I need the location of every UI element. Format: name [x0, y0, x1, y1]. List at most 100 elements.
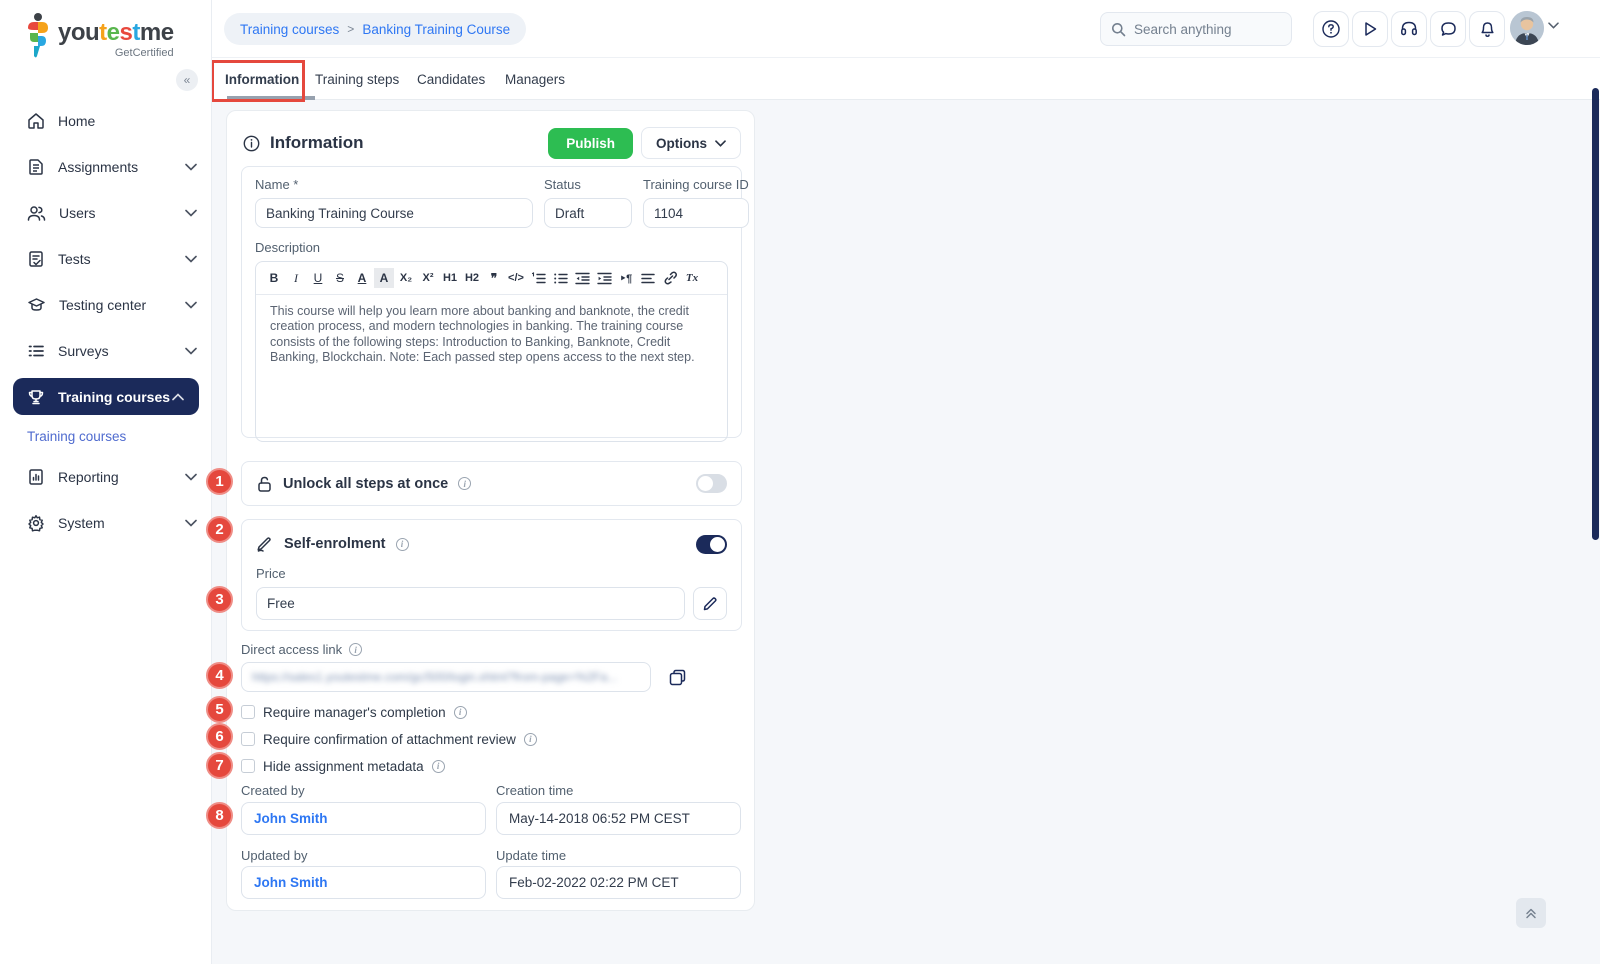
pencil-icon: [703, 596, 718, 611]
publish-button[interactable]: Publish: [548, 128, 633, 159]
link-icon[interactable]: [660, 268, 680, 288]
highlight-icon[interactable]: A: [374, 268, 394, 288]
require-managers-completion-row[interactable]: Require manager's completion i: [241, 702, 467, 722]
chevron-down-icon: [185, 163, 197, 171]
avatar-chevron-down-icon[interactable]: [1548, 22, 1559, 29]
ordered-list-icon[interactable]: [528, 268, 548, 288]
annotation-marker-8: 8: [206, 802, 233, 829]
require-attachment-review-row[interactable]: Require confirmation of attachment revie…: [241, 729, 537, 749]
training-courses-icon: [27, 388, 45, 406]
updated-by-field[interactable]: John Smith: [241, 866, 486, 899]
info-icon[interactable]: i: [458, 477, 471, 490]
direct-access-link-value: https://sales1.youtestme.com/gc/500/logi…: [252, 670, 617, 684]
require-managers-completion-checkbox[interactable]: [241, 705, 255, 719]
name-field[interactable]: Banking Training Course: [255, 198, 533, 228]
outdent-icon[interactable]: [572, 268, 592, 288]
chevron-down-icon: [185, 347, 197, 355]
system-gear-icon: [27, 514, 45, 532]
options-button[interactable]: Options: [641, 127, 741, 159]
self-enrolment-label: Self-enrolment: [284, 536, 386, 552]
info-icon[interactable]: i: [349, 643, 362, 656]
support-button[interactable]: [1391, 11, 1427, 47]
edit-price-button[interactable]: [693, 587, 727, 620]
italic-icon[interactable]: I: [286, 268, 306, 288]
notifications-bell-icon: [1478, 20, 1497, 39]
tab-training-steps[interactable]: Training steps: [315, 58, 399, 100]
sidebar-subitem-training-courses[interactable]: Training courses: [0, 419, 212, 454]
unordered-list-icon[interactable]: [550, 268, 570, 288]
sidebar-item-reporting[interactable]: Reporting: [0, 454, 212, 500]
tab-information[interactable]: Information: [225, 58, 299, 100]
breadcrumb-link-current-course[interactable]: Banking Training Course: [362, 22, 510, 37]
sidebar-item-label: System: [58, 515, 185, 531]
users-icon: [27, 204, 46, 222]
search-input[interactable]: Search anything: [1100, 12, 1292, 46]
sidebar-item-assignments[interactable]: Assignments: [0, 144, 212, 190]
tests-icon: [27, 250, 45, 268]
superscript-icon[interactable]: X²: [418, 268, 438, 288]
align-icon[interactable]: [638, 268, 658, 288]
code-icon[interactable]: </>: [506, 268, 526, 288]
clear-formatting-icon[interactable]: Tx: [682, 268, 702, 288]
annotation-marker-7: 7: [206, 752, 233, 779]
brand-logo[interactable]: youtestme GetCertified: [22, 12, 174, 60]
blockquote-icon[interactable]: ❞: [484, 268, 504, 288]
tutorials-button[interactable]: [1352, 11, 1388, 47]
sidebar-item-training-courses[interactable]: Training courses: [13, 378, 199, 415]
sidebar-item-system[interactable]: System: [0, 500, 212, 546]
chevron-down-icon: [185, 209, 197, 217]
description-text[interactable]: This course will help you learn more abo…: [256, 295, 727, 375]
direct-access-link-field[interactable]: https://sales1.youtestme.com/gc/500/logi…: [241, 662, 651, 692]
search-placeholder: Search anything: [1134, 22, 1232, 37]
info-icon[interactable]: i: [432, 760, 445, 773]
info-icon[interactable]: i: [454, 706, 467, 719]
underline-icon[interactable]: U: [308, 268, 328, 288]
subscript-icon[interactable]: X₂: [396, 268, 416, 288]
testing-center-icon: [27, 296, 46, 314]
help-button[interactable]: [1313, 11, 1349, 47]
text-direction-icon[interactable]: ‣¶: [616, 268, 636, 288]
info-icon[interactable]: i: [396, 538, 409, 551]
strikethrough-icon[interactable]: S: [330, 268, 350, 288]
text-color-icon[interactable]: A: [352, 268, 372, 288]
chevron-up-icon: [172, 393, 184, 401]
heading-1-icon[interactable]: H1: [440, 268, 460, 288]
hide-assignment-metadata-row[interactable]: Hide assignment metadata i: [241, 756, 445, 776]
user-avatar[interactable]: [1510, 11, 1544, 45]
unlock-steps-toggle[interactable]: [696, 474, 727, 493]
home-icon: [27, 112, 45, 130]
created-by-label: Created by: [241, 783, 305, 798]
indent-icon[interactable]: [594, 268, 614, 288]
heading-2-icon[interactable]: H2: [462, 268, 482, 288]
chat-button[interactable]: [1430, 11, 1466, 47]
chevron-down-icon: [185, 473, 197, 481]
sidebar-collapse-button[interactable]: «: [176, 69, 198, 91]
info-icon[interactable]: i: [524, 733, 537, 746]
scrollbar-thumb[interactable]: [1592, 88, 1599, 540]
sidebar-item-users[interactable]: Users: [0, 190, 212, 236]
sidebar-item-label: Training courses: [58, 389, 172, 405]
notifications-button[interactable]: [1469, 11, 1505, 47]
created-by-field[interactable]: John Smith: [241, 802, 486, 835]
update-time-field: Feb-02-2022 02:22 PM CET: [496, 866, 741, 899]
chevron-down-icon: [185, 301, 197, 309]
tab-candidates[interactable]: Candidates: [417, 58, 485, 100]
sidebar-item-surveys[interactable]: Surveys: [0, 328, 212, 374]
bold-icon[interactable]: B: [264, 268, 284, 288]
self-enrolment-toggle[interactable]: [696, 535, 727, 554]
sidebar: youtestme GetCertified « Home Assignment…: [0, 0, 212, 964]
price-field[interactable]: Free: [256, 587, 685, 620]
sidebar-item-label: Reporting: [58, 469, 185, 485]
unlock-steps-box: Unlock all steps at once i: [241, 461, 742, 506]
scroll-to-top-button[interactable]: [1516, 898, 1546, 928]
play-icon: [1361, 20, 1379, 38]
require-attachment-review-checkbox[interactable]: [241, 732, 255, 746]
sidebar-item-home[interactable]: Home: [0, 98, 212, 144]
tab-managers[interactable]: Managers: [505, 58, 565, 100]
hide-assignment-metadata-checkbox[interactable]: [241, 759, 255, 773]
breadcrumb-link-training-courses[interactable]: Training courses: [240, 22, 339, 37]
copy-link-button[interactable]: [668, 668, 687, 687]
sidebar-item-testing-center[interactable]: Testing center: [0, 282, 212, 328]
sidebar-item-tests[interactable]: Tests: [0, 236, 212, 282]
help-icon: [1321, 19, 1341, 39]
